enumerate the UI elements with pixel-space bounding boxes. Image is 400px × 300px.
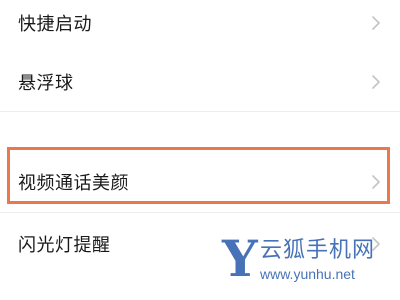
settings-list: 快捷启动 悬浮球 视频通话美颜 闪光灯提醒 (0, 0, 400, 300)
section-divider (0, 111, 400, 112)
settings-item-quick-launch[interactable]: 快捷启动 (0, 0, 400, 52)
settings-item-label: 闪光灯提醒 (18, 235, 111, 256)
settings-item-floating-ball[interactable]: 悬浮球 (0, 53, 400, 111)
chevron-right-icon (370, 73, 382, 91)
settings-item-label: 快捷启动 (18, 14, 92, 35)
settings-item-video-call-beauty[interactable]: 视频通话美颜 (0, 153, 400, 211)
settings-item-label: 悬浮球 (18, 73, 74, 94)
chevron-right-icon (370, 235, 382, 253)
chevron-right-icon (370, 14, 382, 32)
chevron-right-icon (370, 173, 382, 191)
settings-item-label: 视频通话美颜 (18, 173, 129, 194)
row-divider (0, 212, 400, 213)
settings-item-flash-alert[interactable]: 闪光灯提醒 (0, 215, 400, 273)
